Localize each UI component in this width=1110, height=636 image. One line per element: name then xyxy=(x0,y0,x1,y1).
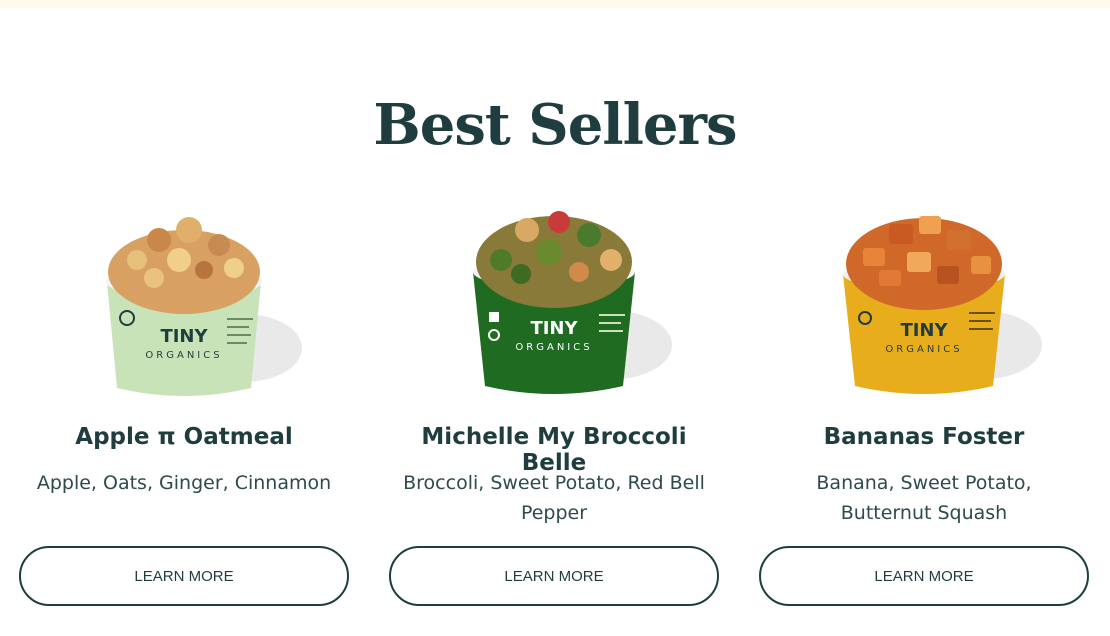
cup-brand-line2: ORGANICS xyxy=(145,350,222,361)
top-banner-strip xyxy=(0,0,1110,8)
section-title: Best Sellers xyxy=(373,92,737,158)
product-image[interactable]: TINY ORGANICS xyxy=(389,200,719,405)
product-name[interactable]: Apple π Oatmeal xyxy=(19,424,349,450)
cup-brand-line2: ORGANICS xyxy=(515,342,592,353)
product-image[interactable]: TINY ORGANICS xyxy=(19,200,349,405)
product-card-bananas-foster: TINY ORGANICS Bananas Foster Banana, Swe… xyxy=(759,200,1089,610)
cup-brand-line1: TINY xyxy=(530,318,578,339)
product-image[interactable]: TINY ORGANICS xyxy=(759,200,1089,405)
learn-more-button[interactable]: LEARN MORE xyxy=(759,546,1089,606)
product-card-broccoli-belle: TINY ORGANICS Michelle My Broccoli Belle… xyxy=(389,200,719,610)
cup-brand-line1: TINY xyxy=(160,326,208,347)
cup-brand-line2: ORGANICS xyxy=(885,344,962,355)
product-card-apple-oatmeal: TINY ORGANICS Apple π Oatmeal Apple, Oat… xyxy=(19,200,349,610)
product-name[interactable]: Bananas Foster xyxy=(759,424,1089,450)
product-ingredients: Broccoli, Sweet Potato, Red Bell Pepper xyxy=(403,472,705,524)
cup-brand-line1: TINY xyxy=(900,320,948,341)
learn-more-button[interactable]: LEARN MORE xyxy=(389,546,719,606)
learn-more-button[interactable]: LEARN MORE xyxy=(19,546,349,606)
product-ingredients: Apple, Oats, Ginger, Cinnamon xyxy=(36,472,332,494)
product-ingredients: Banana, Sweet Potato, Butternut Squash xyxy=(816,472,1032,524)
